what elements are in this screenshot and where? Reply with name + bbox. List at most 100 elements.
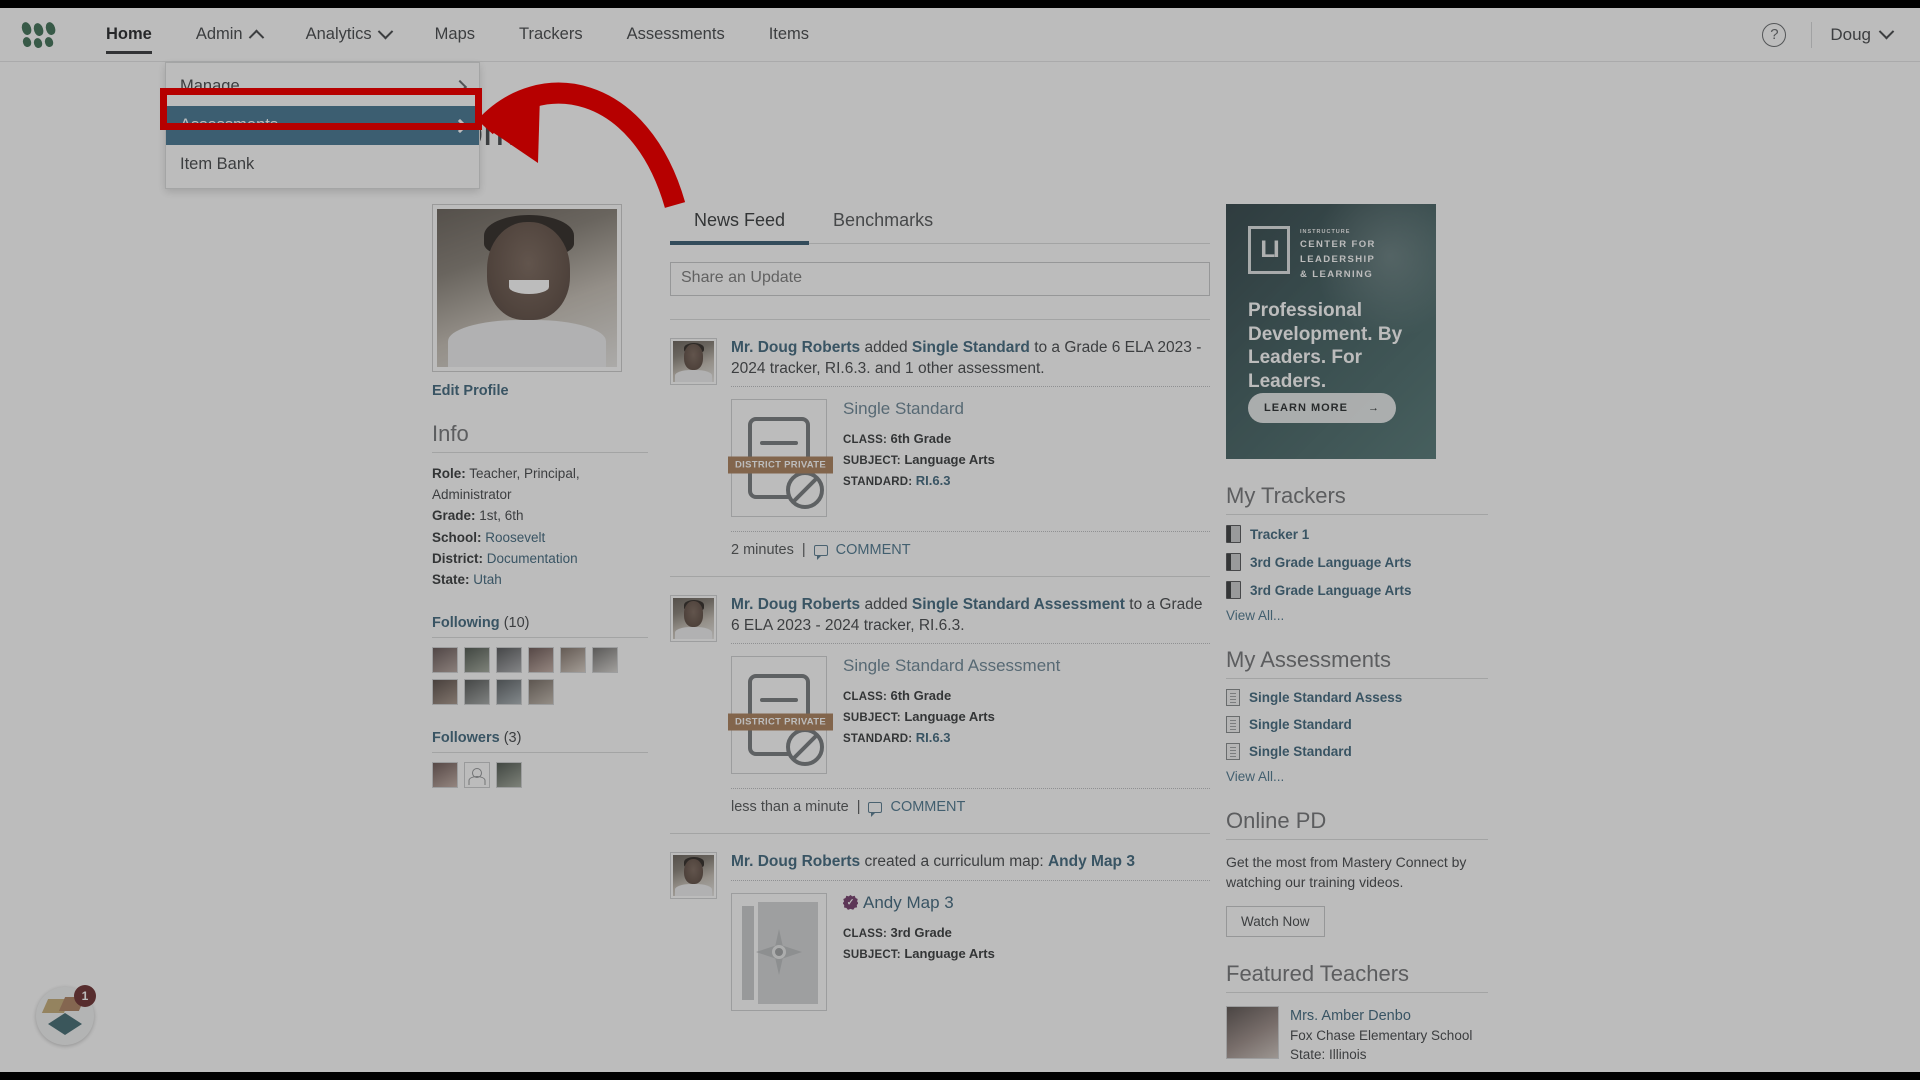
nav-item-analytics[interactable]: Analytics <box>284 8 413 62</box>
comment-icon <box>868 801 883 817</box>
curriculum-map-thumbnail[interactable] <box>731 893 827 1012</box>
card-meta: CLASS: 3rd Grade SUBJECT: Language Arts <box>843 923 1210 965</box>
news-feed-column: News Feed Benchmarks Mr. Doug Roberts ad… <box>670 204 1210 1012</box>
card-meta: CLASS: 6th Grade SUBJECT: Language Arts … <box>843 686 1210 748</box>
comment-link[interactable]: COMMENT <box>836 542 911 558</box>
featured-teachers-title: Featured Teachers <box>1226 961 1488 993</box>
profile-avatar[interactable] <box>432 204 622 372</box>
avatar[interactable] <box>670 338 717 385</box>
nav-item-items[interactable]: Items <box>747 8 831 62</box>
document-icon <box>1226 743 1240 760</box>
avatar[interactable] <box>560 647 586 674</box>
post-object-link[interactable]: Single Standard Assessment <box>912 596 1125 613</box>
followers-link[interactable]: Followers <box>432 730 500 746</box>
dropdown-item-manage[interactable]: Manage <box>166 67 479 106</box>
avatar[interactable] <box>432 762 458 789</box>
school-link[interactable]: Roosevelt <box>485 530 545 545</box>
avatar[interactable] <box>432 647 458 674</box>
nav-item-admin[interactable]: Admin <box>174 8 284 62</box>
nav-item-maps[interactable]: Maps <box>413 8 497 62</box>
teacher-name-link[interactable]: Mrs. Amber Denbo <box>1290 1008 1411 1024</box>
user-menu[interactable]: Doug <box>1830 23 1896 45</box>
nav-item-home[interactable]: Home <box>84 8 174 62</box>
tab-benchmarks[interactable]: Benchmarks <box>809 204 957 243</box>
avatar[interactable] <box>528 647 554 674</box>
feed-post-card: DISTRICT PRIVATE Single Standard Assessm… <box>728 656 1210 775</box>
avatar[interactable] <box>432 679 458 706</box>
feed-post-body: Mr. Doug Roberts added Single Standard t… <box>728 338 1210 560</box>
info-row-district: District: Documentation <box>432 550 578 566</box>
help-button[interactable]: ? <box>1755 16 1793 54</box>
watch-now-button[interactable]: Watch Now <box>1226 905 1325 937</box>
promo-banner[interactable]: LI INSTRUCTURE CENTER FOR LEADERSHIP & L… <box>1226 204 1436 459</box>
standard-link[interactable]: RI.6.3 <box>916 473 951 488</box>
card-title-link[interactable]: Single Standard Assessment <box>843 656 1210 676</box>
assessment-thumbnail[interactable]: DISTRICT PRIVATE <box>728 399 834 518</box>
card-title-link[interactable]: Andy Map 3 <box>863 893 954 912</box>
dropdown-item-item-bank[interactable]: Item Bank <box>166 145 479 184</box>
edit-profile-link[interactable]: Edit Profile <box>432 383 648 399</box>
learn-more-button[interactable]: LEARN MORE → <box>1248 393 1396 423</box>
assessment-row: Single Standard <box>1226 716 1488 733</box>
my-assessments-title: My Assessments <box>1226 647 1488 679</box>
info-row-state: State: Utah <box>432 571 502 587</box>
assessment-link[interactable]: Single Standard <box>1249 717 1352 732</box>
avatar[interactable] <box>592 647 618 674</box>
post-author-link[interactable]: Mr. Doug Roberts <box>731 339 860 356</box>
feed-post-footer: less than a minute | COMMENT <box>731 788 1210 817</box>
tab-news-feed[interactable]: News Feed <box>670 204 810 245</box>
assessment-thumbnail[interactable]: DISTRICT PRIVATE <box>728 656 834 775</box>
tracker-link[interactable]: 3rd Grade Language Arts <box>1250 583 1412 598</box>
nav-item-admin-label: Admin <box>195 25 243 43</box>
dropdown-item-assessments[interactable]: Assessments <box>166 106 479 145</box>
feed-post: Mr. Doug Roberts added Single Standard A… <box>670 576 1210 817</box>
assessment-link[interactable]: Single Standard <box>1249 744 1352 759</box>
assessment-row: Single Standard Assess <box>1226 689 1488 706</box>
avatar[interactable] <box>1226 1005 1279 1059</box>
avatar[interactable] <box>464 679 490 706</box>
avatar[interactable] <box>670 852 717 900</box>
assessment-link[interactable]: Single Standard Assess <box>1249 690 1402 705</box>
standard-link[interactable]: RI.6.3 <box>916 730 951 745</box>
card-title-link[interactable]: Single Standard <box>843 399 1210 419</box>
avatar[interactable] <box>528 679 554 706</box>
avatar[interactable] <box>496 762 522 789</box>
avatar[interactable] <box>496 679 522 706</box>
avatar[interactable] <box>464 647 490 674</box>
share-update-input[interactable] <box>670 262 1210 296</box>
trackers-view-all-link[interactable]: View All... <box>1226 608 1488 623</box>
tracker-row: 3rd Grade Language Arts <box>1226 553 1488 571</box>
chevron-up-icon <box>248 29 264 46</box>
top-navigation-bar: Home Admin Analytics Maps Trackers Asses… <box>0 8 1920 62</box>
nav-item-assessments[interactable]: Assessments <box>605 8 747 62</box>
tracker-icon <box>1226 525 1241 543</box>
promo-brand: INSTRUCTURE CENTER FOR LEADERSHIP & LEAR… <box>1300 229 1376 281</box>
divider <box>731 386 1210 388</box>
page-root: Home Admin Analytics Maps Trackers Asses… <box>0 0 1920 1080</box>
nav-items: Home Admin Analytics Maps Trackers Asses… <box>84 8 831 62</box>
comment-link[interactable]: COMMENT <box>890 799 965 815</box>
nav-right-cluster: ? Doug <box>1755 16 1920 54</box>
nav-item-trackers[interactable]: Trackers <box>497 8 605 62</box>
district-private-badge: DISTRICT PRIVATE <box>728 713 834 731</box>
tracker-link[interactable]: Tracker 1 <box>1250 527 1309 542</box>
tracker-row: 3rd Grade Language Arts <box>1226 581 1488 599</box>
avatar[interactable] <box>670 595 717 643</box>
pendo-shape-teal <box>48 1013 82 1035</box>
mastery-connect-logo[interactable] <box>20 20 57 49</box>
post-author-link[interactable]: Mr. Doug Roberts <box>731 853 860 870</box>
district-link[interactable]: Documentation <box>487 551 578 566</box>
post-object-link[interactable]: Andy Map 3 <box>1048 853 1135 870</box>
assessments-view-all-link[interactable]: View All... <box>1226 769 1488 784</box>
feed-post-body: Mr. Doug Roberts created a curriculum ma… <box>731 852 1210 1012</box>
state-link[interactable]: Utah <box>473 572 502 587</box>
post-author-link[interactable]: Mr. Doug Roberts <box>731 596 860 613</box>
post-object-link[interactable]: Single Standard <box>912 339 1030 356</box>
document-icon <box>1226 689 1240 706</box>
following-link[interactable]: Following <box>432 615 500 631</box>
pendo-help-widget[interactable]: 1 <box>36 985 96 1045</box>
avatar-placeholder-icon[interactable] <box>464 762 490 789</box>
following-header: Following (10) <box>432 615 648 639</box>
tracker-link[interactable]: 3rd Grade Language Arts <box>1250 555 1412 570</box>
avatar[interactable] <box>496 647 522 674</box>
